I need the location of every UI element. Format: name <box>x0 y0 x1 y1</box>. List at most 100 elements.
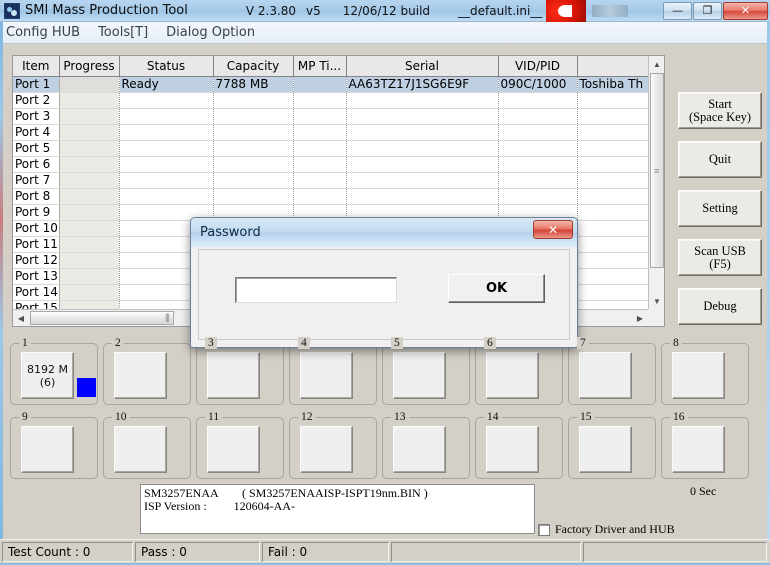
cell-capacity <box>213 156 294 173</box>
table-row[interactable]: Port 6 <box>13 155 648 173</box>
cell-vid-pid <box>498 140 578 157</box>
port-slot-15[interactable]: 15 <box>568 411 656 479</box>
port-slot-device-pad[interactable] <box>207 352 260 399</box>
cell-item: Port 9 <box>13 204 60 221</box>
cell-vid-pid: 090C/1000 <box>498 76 578 93</box>
quit-button-label: Quit <box>708 152 732 166</box>
cell-extra <box>577 156 648 173</box>
port-slot-device-pad[interactable] <box>114 426 167 473</box>
column-header-progress[interactable]: Progress <box>59 56 120 77</box>
port-slot-device-pad[interactable] <box>21 426 74 473</box>
cell-item: Port 1 <box>13 76 60 93</box>
start-button[interactable]: Start (Space Key) <box>678 92 762 129</box>
scroll-right-arrow-icon[interactable]: ▶ <box>632 310 648 326</box>
port-slot-device-pad[interactable] <box>579 426 632 473</box>
quit-button[interactable]: Quit <box>678 141 762 178</box>
port-slot-device-pad[interactable] <box>300 352 353 399</box>
status-cell-4 <box>391 542 581 562</box>
table-row[interactable]: Port 7 <box>13 171 648 189</box>
port-slot-7[interactable]: 7 <box>568 337 656 405</box>
table-row[interactable]: Port 8 <box>13 187 648 205</box>
window-title: SMI Mass Production Tool <box>25 3 188 18</box>
application-window: SMI Mass Production Tool V 2.3.80 v5 12/… <box>0 0 770 565</box>
debug-button[interactable]: Debug <box>678 288 762 325</box>
password-dialog-close-button[interactable]: ✕ <box>533 220 573 239</box>
cell-status <box>119 156 214 173</box>
port-slot-device-pad[interactable] <box>486 352 539 399</box>
cell-extra <box>577 284 648 301</box>
port-slot-device-pad[interactable] <box>393 352 446 399</box>
cell-extra <box>577 300 648 309</box>
column-header-capacity[interactable]: Capacity <box>213 56 294 77</box>
elapsed-time-label: 0 Sec <box>690 484 717 498</box>
port-slot-number: 1 <box>19 337 31 349</box>
port-slot-number: 3 <box>205 337 217 349</box>
port-slot-device-pad[interactable] <box>114 352 167 399</box>
port-slot-11[interactable]: 11 <box>196 411 284 479</box>
port-slot-device-pad[interactable] <box>300 426 353 473</box>
port-slot-device-pad[interactable] <box>672 426 725 473</box>
table-row[interactable]: Port 2 <box>13 91 648 109</box>
port-slot-2[interactable]: 2 <box>103 337 191 405</box>
close-button[interactable]: ✕ <box>723 1 768 20</box>
cell-progress <box>58 283 120 301</box>
port-slot-13[interactable]: 13 <box>382 411 470 479</box>
port-table-header: Item Progress Status Capacity MP Ti... S… <box>13 56 648 77</box>
menu-item-config-hub[interactable]: Config HUB <box>6 25 80 40</box>
scan-usb-button[interactable]: Scan USB (F5) <box>678 239 762 276</box>
column-header-item[interactable]: Item <box>13 56 60 77</box>
column-header-status[interactable]: Status <box>119 56 214 77</box>
menu-item-dialog-option[interactable]: Dialog Option <box>166 25 255 40</box>
cell-item: Port 7 <box>13 172 60 189</box>
port-slot-8[interactable]: 8 <box>661 337 749 405</box>
cell-status: Ready <box>119 76 214 93</box>
factory-driver-hub-row[interactable]: Factory Driver and HUB <box>538 522 675 537</box>
port-slot-device-pad[interactable] <box>672 352 725 399</box>
port-slot-1[interactable]: 1 8192 M (6) <box>10 337 98 405</box>
port-slot-9[interactable]: 9 <box>10 411 98 479</box>
table-row[interactable]: Port 1 Ready 7788 MB AA63TZ17J1SG6E9F 090C/1… <box>13 75 648 93</box>
cell-serial: AA63TZ17J1SG6E9F <box>346 76 499 93</box>
minimize-button[interactable]: — <box>663 1 692 20</box>
table-row[interactable]: Port 4 <box>13 123 648 141</box>
cell-status <box>119 124 214 141</box>
port-slot-device-pad[interactable] <box>393 426 446 473</box>
cell-item: Port 13 <box>13 268 60 285</box>
cell-item: Port 10 <box>13 220 60 237</box>
table-row[interactable]: Port 3 <box>13 107 648 125</box>
setting-button[interactable]: Setting <box>678 190 762 227</box>
menu-item-tools[interactable]: Tools[T] <box>98 25 148 40</box>
password-dialog-body: OK <box>198 249 570 340</box>
column-header-mp-time[interactable]: MP Ti... <box>293 56 347 77</box>
cell-mp-time <box>293 108 347 125</box>
scroll-up-arrow-icon[interactable]: ▲ <box>649 56 664 72</box>
action-button-panel: Start (Space Key) Quit Setting Scan USB … <box>678 92 762 337</box>
cell-mp-time <box>293 92 347 109</box>
vertical-scroll-thumb[interactable] <box>650 73 664 268</box>
horizontal-scroll-thumb[interactable] <box>30 311 174 325</box>
port-slot-16[interactable]: 16 <box>661 411 749 479</box>
port-slot-10[interactable]: 10 <box>103 411 191 479</box>
password-ok-button[interactable]: OK <box>448 274 545 303</box>
cell-progress <box>58 155 120 173</box>
port-slot-device-pad[interactable] <box>486 426 539 473</box>
port-slot-device-pad[interactable]: 8192 M (6) <box>21 352 74 399</box>
status-test-count: Test Count : 0 <box>2 542 133 562</box>
maximize-button[interactable]: ❐ <box>693 1 722 20</box>
column-header-vid-pid[interactable]: VID/PID <box>498 56 578 77</box>
window-controls: — ❐ ✕ <box>663 1 770 20</box>
factory-driver-hub-checkbox[interactable] <box>538 523 550 536</box>
firmware-info-line1: SM3257ENAA ( SM3257ENAAISP-ISPT19nm.BIN … <box>144 486 428 500</box>
column-header-extra[interactable] <box>577 56 648 77</box>
port-slot-device-pad[interactable] <box>579 352 632 399</box>
scroll-left-arrow-icon[interactable]: ◀ <box>13 310 29 326</box>
port-slot-12[interactable]: 12 <box>289 411 377 479</box>
port-slot-device-pad[interactable] <box>207 426 260 473</box>
column-header-serial[interactable]: Serial <box>346 56 499 77</box>
password-input[interactable] <box>235 277 397 303</box>
scroll-down-arrow-icon[interactable]: ▼ <box>649 293 664 309</box>
port-table-vertical-scrollbar[interactable]: ▲ ▼ <box>648 56 664 309</box>
port-slot-14[interactable]: 14 <box>475 411 563 479</box>
cell-item: Port 3 <box>13 108 60 125</box>
table-row[interactable]: Port 5 <box>13 139 648 157</box>
